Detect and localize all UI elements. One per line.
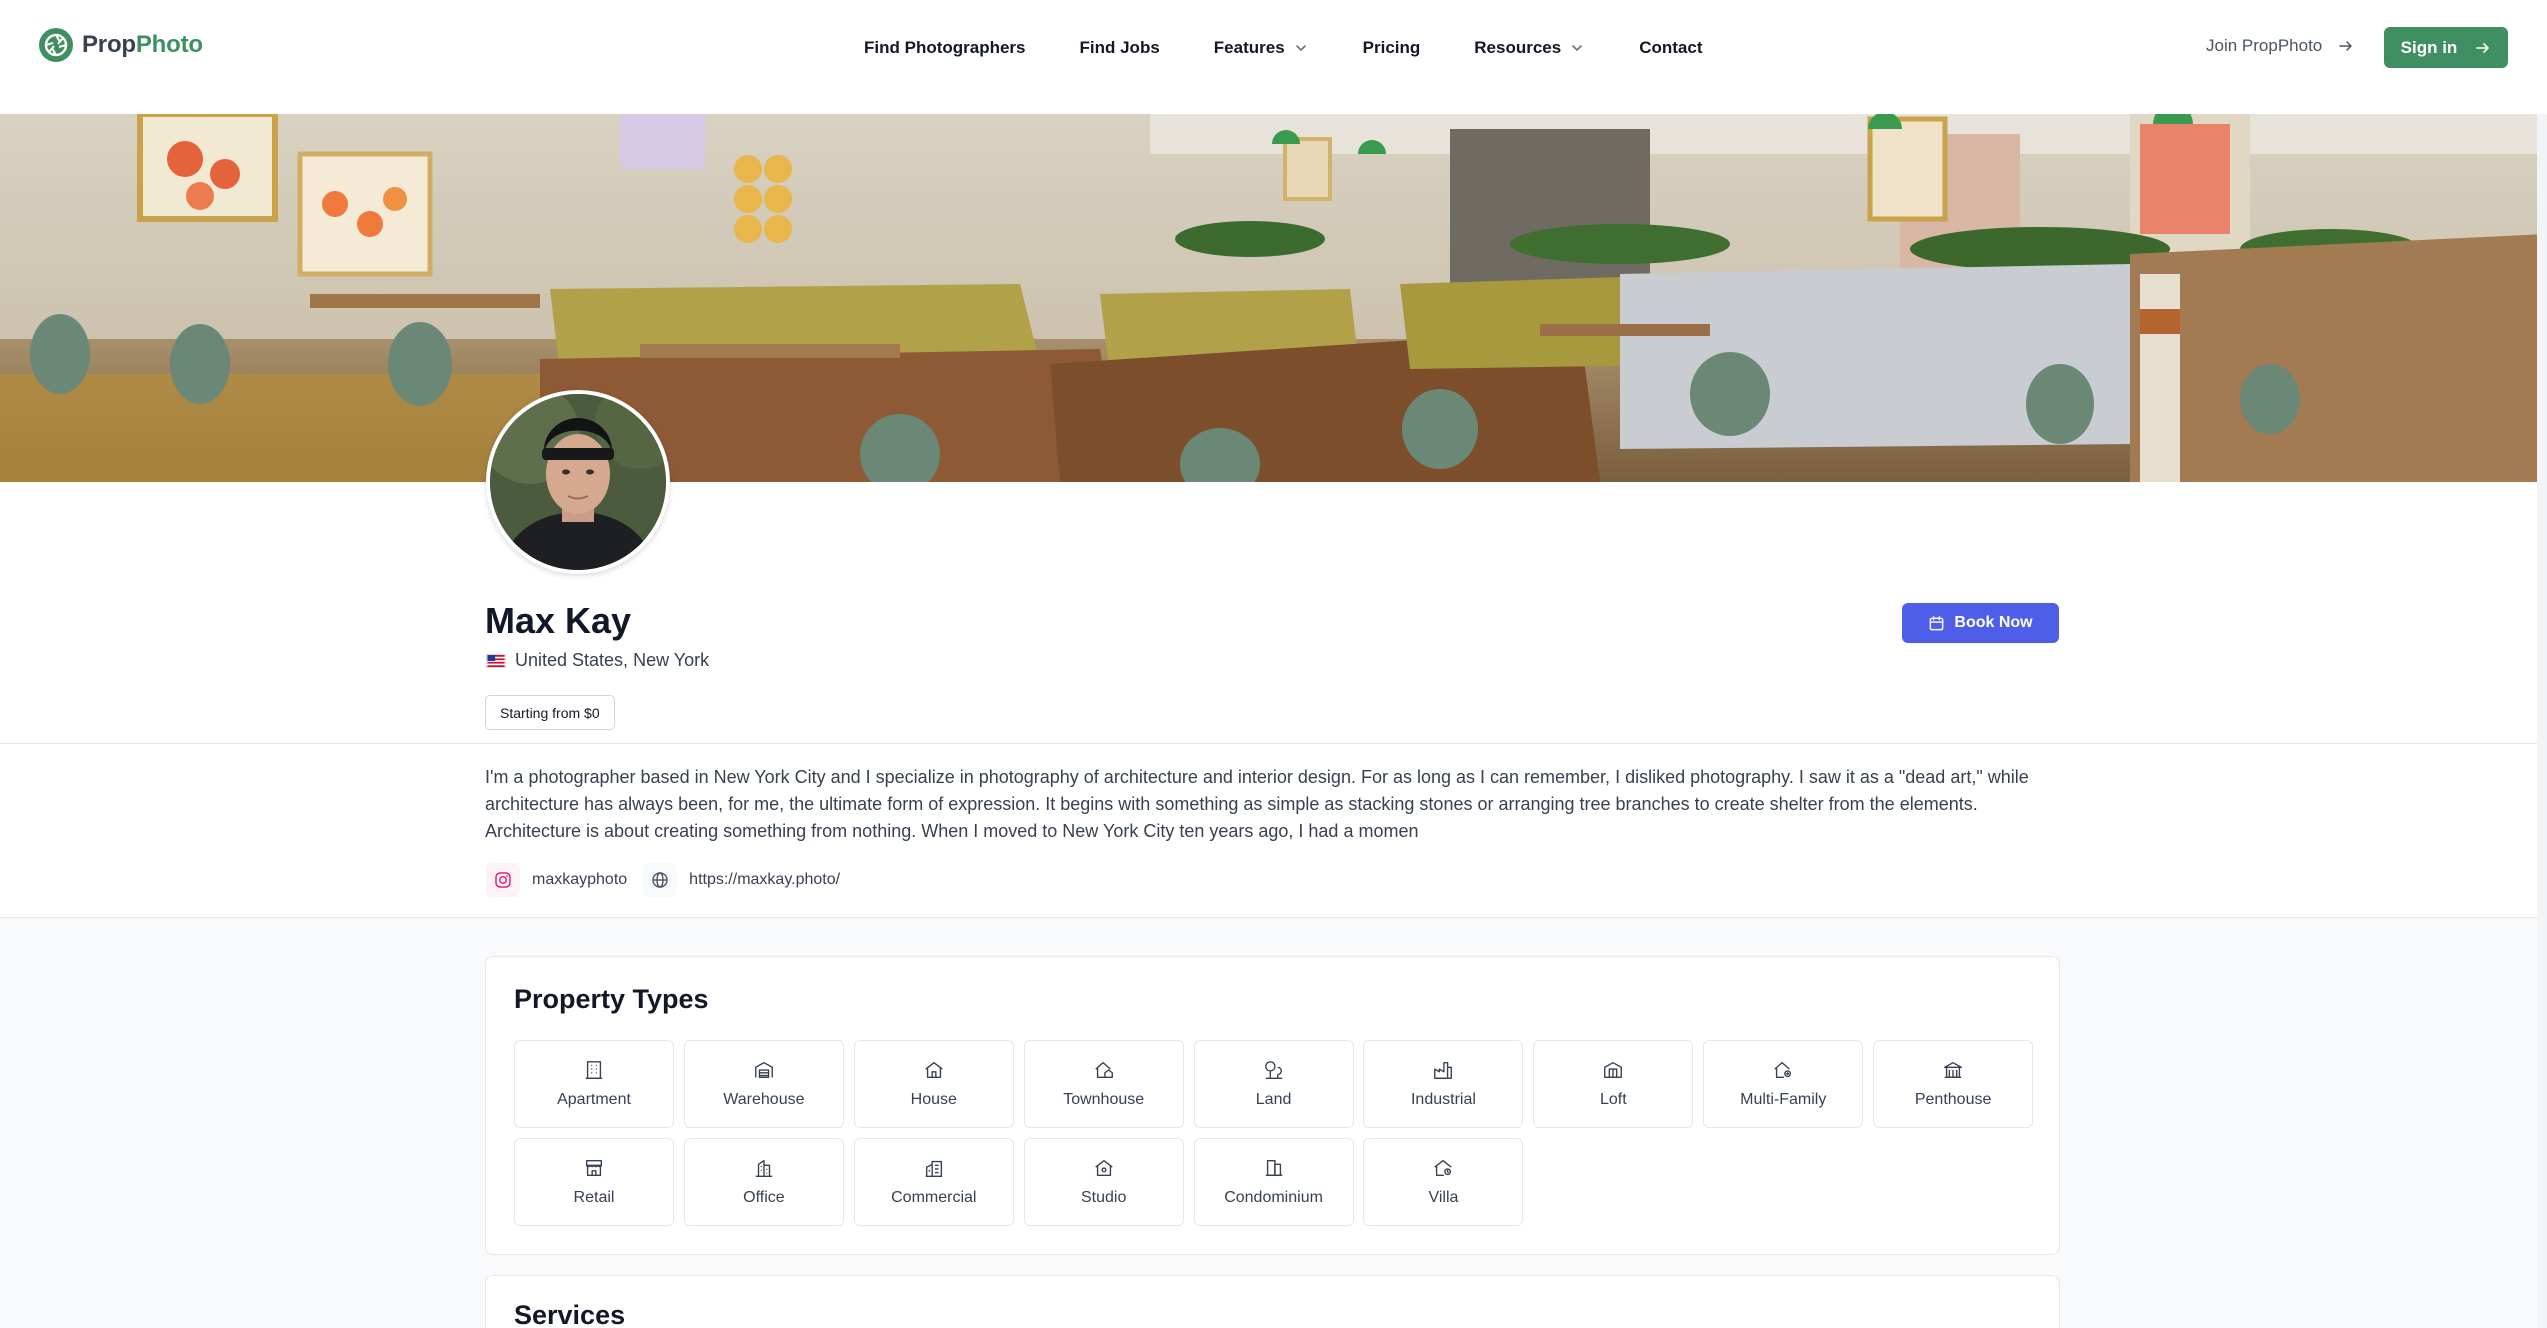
propphoto-logo[interactable]: PropPhoto (38, 27, 203, 63)
chevron-down-icon (1295, 45, 1306, 51)
property-type-multi-family[interactable]: Multi-Family (1703, 1040, 1864, 1128)
restaurant-interior-image (0, 114, 2547, 482)
multi-family-icon (1774, 1061, 1792, 1079)
factory-icon (1434, 1061, 1453, 1079)
nav-pricing[interactable]: Pricing (1363, 34, 1421, 62)
property-type-apartment[interactable]: Apartment (514, 1040, 674, 1128)
property-type-townhouse[interactable]: Townhouse (1023, 1040, 1184, 1128)
cover-photo (0, 114, 2547, 482)
property-type-studio[interactable]: Studio (1023, 1138, 1184, 1226)
commercial-building-icon (925, 1160, 943, 1177)
instagram-link[interactable]: maxkayphoto (532, 871, 627, 889)
warehouse-icon (754, 1061, 773, 1079)
photographer-portrait-image (490, 394, 666, 570)
globe-icon[interactable] (643, 863, 678, 897)
property-type-industrial[interactable]: Industrial (1363, 1040, 1524, 1128)
brand-name: PropPhoto (82, 31, 203, 58)
condominium-icon (1265, 1159, 1282, 1177)
section-divider (0, 743, 2547, 744)
services-card: Services (485, 1275, 2060, 1328)
property-types-grid: Apartment Warehouse House Townhouse Land (514, 1040, 2034, 1226)
calendar-icon (1930, 615, 1944, 630)
store-icon (585, 1159, 603, 1177)
location: United States, New York (486, 650, 709, 671)
loft-icon (1604, 1061, 1623, 1079)
trees-icon (1264, 1061, 1282, 1079)
services-title: Services (514, 1300, 626, 1328)
nav-contact[interactable]: Contact (1639, 34, 1702, 62)
nav-resources[interactable]: Resources (1474, 34, 1585, 62)
main-nav: Find Photographers Find Jobs Features Pr… (864, 34, 1703, 62)
townhouse-icon (1094, 1061, 1113, 1079)
book-now-button[interactable]: Book Now (1902, 603, 2059, 643)
villa-icon (1434, 1159, 1453, 1177)
property-type-house[interactable]: House (853, 1040, 1014, 1128)
property-type-penthouse[interactable]: Penthouse (1873, 1040, 2034, 1128)
property-type-warehouse[interactable]: Warehouse (683, 1040, 844, 1128)
arrow-right-icon (2339, 41, 2352, 51)
price-badge: Starting from $0 (485, 695, 615, 730)
property-type-commercial[interactable]: Commercial (853, 1138, 1014, 1226)
apartment-building-icon (585, 1061, 603, 1079)
join-propphoto-link[interactable]: Join PropPhoto (2206, 36, 2354, 56)
photographer-name: Max Kay (485, 600, 632, 641)
property-types-title: Property Types (514, 984, 709, 1014)
studio-icon (1094, 1159, 1113, 1177)
property-type-condominium[interactable]: Condominium (1193, 1138, 1354, 1226)
social-links: maxkayphoto https://maxkay.photo/ (486, 863, 856, 897)
property-type-land[interactable]: Land (1193, 1040, 1354, 1128)
bio-text: I'm a photographer based in New York Cit… (485, 767, 2029, 841)
property-type-villa[interactable]: Villa (1363, 1138, 1524, 1226)
website-link[interactable]: https://maxkay.photo/ (689, 871, 840, 889)
nav-find-photographers[interactable]: Find Photographers (864, 34, 1026, 62)
chevron-down-icon (1572, 45, 1583, 51)
bio-section: I'm a photographer based in New York Cit… (485, 764, 2545, 845)
property-type-retail[interactable]: Retail (514, 1138, 674, 1226)
house-icon (925, 1061, 943, 1079)
page-scrollbar[interactable] (2537, 114, 2547, 1328)
office-building-icon (755, 1159, 773, 1177)
property-type-office[interactable]: Office (683, 1138, 844, 1226)
location-text: United States, New York (515, 650, 710, 670)
top-navigation-bar: PropPhoto Find Photographers Find Jobs F… (0, 0, 2547, 114)
instagram-icon[interactable] (486, 863, 520, 897)
aperture-logo-icon (39, 28, 73, 62)
profile-avatar (486, 390, 670, 574)
property-types-card: Property Types Apartment Warehouse House… (485, 956, 2060, 1255)
us-flag-icon (486, 653, 506, 668)
penthouse-icon (1944, 1061, 1963, 1079)
sign-in-button[interactable]: Sign in (2384, 27, 2508, 68)
arrow-right-icon (2476, 42, 2490, 53)
nav-features[interactable]: Features (1214, 34, 1309, 62)
nav-find-jobs[interactable]: Find Jobs (1080, 34, 1160, 62)
property-type-loft[interactable]: Loft (1533, 1040, 1694, 1128)
